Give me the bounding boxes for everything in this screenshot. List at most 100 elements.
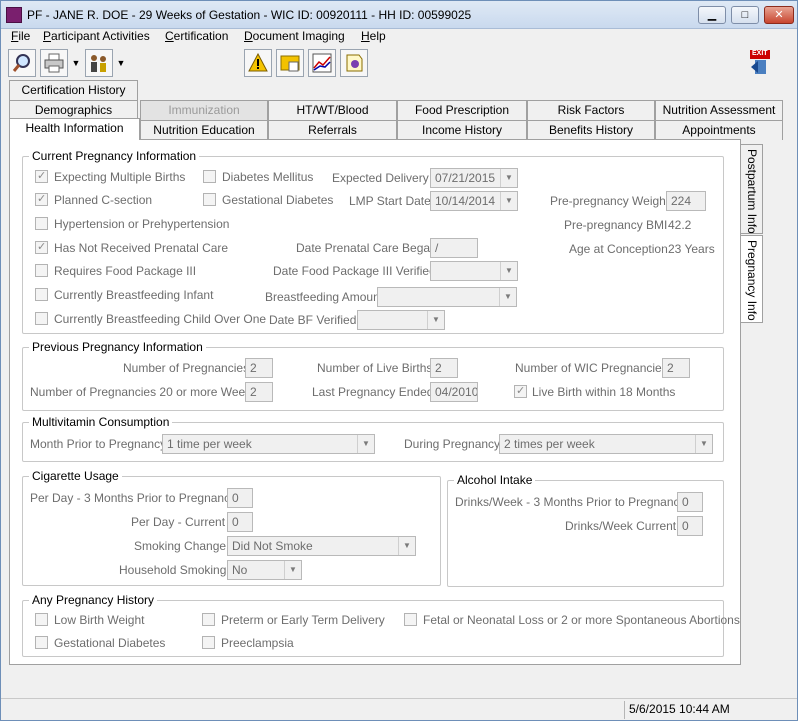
print-button[interactable] (40, 49, 68, 77)
app-icon (6, 7, 22, 23)
per-day-prior-label: Per Day - 3 Months Prior to Pregnancy (30, 491, 237, 505)
tab-risk-factors[interactable]: Risk Factors (527, 100, 655, 120)
folder-note-icon (280, 55, 300, 72)
pregnancy-history-group: Any Pregnancy History Low Birth Weight P… (22, 593, 740, 657)
tab-health-information[interactable]: Health Information (9, 118, 140, 140)
during-pregnancy-select[interactable]: 2 times per week ▼ (499, 434, 713, 454)
prepreg-weight-field[interactable]: 224 (666, 191, 706, 211)
current-pregnancy-legend: Current Pregnancy Information (29, 149, 200, 163)
breastfeeding-child-checkbox[interactable] (35, 312, 48, 325)
per-day-prior-field[interactable]: 0 (227, 488, 253, 508)
search-button[interactable] (8, 49, 36, 77)
chevron-down-icon: ▼ (284, 561, 301, 579)
alert-button[interactable] (244, 49, 272, 77)
drinks-current-field[interactable]: 0 (677, 516, 703, 536)
fetal-loss-checkbox[interactable] (404, 613, 417, 626)
household-smoking-select[interactable]: No ▼ (227, 560, 302, 580)
breastfeeding-child-label: Currently Breastfeeding Child Over One (54, 312, 267, 326)
preterm-delivery-checkbox[interactable] (202, 613, 215, 626)
tab-pregnancy-info[interactable]: Pregnancy Info (741, 235, 763, 323)
lmp-start-date-field[interactable]: 10/14/2014 ▼ (430, 191, 518, 211)
cigarette-group: Cigarette Usage Per Day - 3 Months Prior… (22, 469, 441, 586)
alcohol-group: Alcohol Intake Drinks/Week - 3 Months Pr… (447, 473, 724, 587)
print-dropdown[interactable]: ▼ (70, 49, 82, 77)
menu-file[interactable]: File (9, 29, 32, 44)
planned-c-section-checkbox[interactable] (35, 192, 48, 206)
diabetes-mellitus-checkbox[interactable] (203, 170, 216, 183)
prenatal-care-began-field[interactable]: / (430, 238, 478, 258)
per-day-current-field[interactable]: 0 (227, 512, 253, 532)
exit-button[interactable]: EXIT (746, 49, 774, 77)
live-births-field[interactable]: 2 (430, 358, 458, 378)
multivitamin-legend: Multivitamin Consumption (29, 415, 173, 429)
gestational-diabetes-label: Gestational Diabetes (222, 193, 334, 207)
notes-button[interactable] (276, 49, 304, 77)
tab-referrals[interactable]: Referrals (268, 120, 397, 140)
maximize-button[interactable]: □ (731, 6, 759, 24)
tab-pregnancy-info-label: Pregnancy Info (745, 240, 759, 321)
prepreg-bmi-value: 42.2 (668, 218, 692, 232)
cigarette-legend: Cigarette Usage (29, 469, 122, 483)
household-smoking-label: Household Smoking (119, 563, 227, 577)
live-birth-18-checkbox[interactable] (514, 384, 527, 398)
gestational-diabetes-checkbox[interactable] (203, 193, 216, 206)
menu-document-imaging[interactable]: Document Imaging (242, 29, 347, 44)
chevron-down-icon: ▼ (500, 169, 517, 187)
tab-nutrition-assessment[interactable]: Nutrition Assessment (655, 100, 783, 120)
document-button[interactable] (340, 49, 368, 77)
num-20-weeks-field[interactable]: 2 (245, 382, 273, 402)
low-birth-weight-checkbox[interactable] (35, 613, 48, 626)
tab-certification-history[interactable]: Certification History (9, 80, 138, 100)
tab-appointments[interactable]: Appointments (655, 120, 783, 140)
smoking-change-select[interactable]: Did Not Smoke ▼ (227, 536, 416, 556)
close-button[interactable]: ✕ (764, 6, 794, 24)
expected-delivery-field[interactable]: 07/21/2015 ▼ (430, 168, 518, 188)
tab-immunization[interactable]: Immunization (140, 100, 268, 120)
preeclampsia-checkbox[interactable] (202, 636, 215, 649)
last-ended-field[interactable]: 04/2010 (430, 382, 478, 402)
app-window: PF - JANE R. DOE - 29 Weeks of Gestation… (0, 0, 798, 721)
smoking-change-value: Did Not Smoke (232, 539, 313, 553)
tab-income-history[interactable]: Income History (397, 120, 527, 140)
tab-nutrition-education[interactable]: Nutrition Education (140, 120, 268, 140)
during-pregnancy-label: During Pregnancy (404, 437, 501, 451)
family-button[interactable] (85, 49, 113, 77)
family-dropdown[interactable]: ▼ (115, 49, 127, 77)
breastfeeding-infant-checkbox[interactable] (35, 288, 48, 301)
tab-postpartum-info[interactable]: Postpartum Info (741, 144, 763, 234)
bf-amount-select[interactable]: ▼ (377, 287, 517, 307)
month-prior-value: 1 time per week (167, 437, 252, 451)
lmp-start-date-value: 10/14/2014 (435, 194, 496, 208)
bf-verified-label: Date BF Verified (269, 313, 357, 327)
no-prenatal-care-checkbox[interactable] (35, 240, 48, 254)
prepreg-bmi-label: Pre-pregnancy BMI (564, 218, 668, 232)
tab-benefits-history[interactable]: Benefits History (527, 120, 655, 140)
expecting-multiple-births-checkbox[interactable] (35, 169, 48, 183)
num-pregnancies-field[interactable]: 2 (245, 358, 273, 378)
chevron-down-icon: ▼ (500, 262, 517, 280)
bf-verified-field[interactable]: ▼ (357, 310, 445, 330)
prepreg-weight-label: Pre-pregnancy Weight (550, 194, 670, 208)
menu-certification[interactable]: Certification (163, 29, 230, 44)
menu-help[interactable]: Help (359, 29, 388, 44)
tab-ht-wt-blood[interactable]: HT/WT/Blood (268, 100, 397, 120)
wic-pregnancies-field[interactable]: 2 (662, 358, 690, 378)
food-package-iii-checkbox[interactable] (35, 264, 48, 277)
fp3-verified-label: Date Food Package III Verified (273, 264, 436, 278)
chart-button[interactable] (308, 49, 336, 77)
fp3-verified-field[interactable]: ▼ (430, 261, 518, 281)
menu-participant-activities[interactable]: Participant Activities (41, 29, 152, 44)
tab-food-prescription[interactable]: Food Prescription (397, 100, 527, 120)
previous-pregnancy-legend: Previous Pregnancy Information (29, 340, 206, 354)
chevron-down-icon: ▼ (398, 537, 415, 555)
hypertension-checkbox[interactable] (35, 217, 48, 230)
alcohol-legend: Alcohol Intake (454, 473, 536, 487)
history-gestational-diabetes-checkbox[interactable] (35, 636, 48, 649)
minimize-button[interactable]: ▁ (698, 6, 726, 24)
chart-icon (312, 53, 332, 73)
month-prior-select[interactable]: 1 time per week ▼ (162, 434, 375, 454)
drinks-prior-field[interactable]: 0 (677, 492, 703, 512)
preterm-delivery-label: Preterm or Early Term Delivery (221, 613, 385, 627)
tab-demographics[interactable]: Demographics (9, 100, 138, 120)
live-births-label: Number of Live Births (317, 361, 433, 375)
